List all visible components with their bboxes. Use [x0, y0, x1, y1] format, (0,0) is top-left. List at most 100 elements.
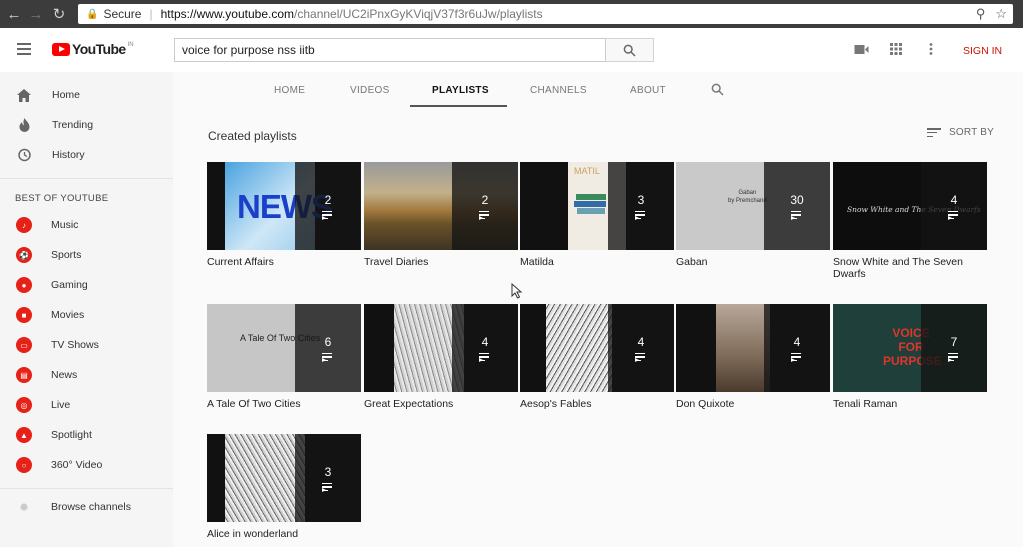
- more-options-icon[interactable]: [929, 43, 933, 58]
- tab-playlists[interactable]: PLAYLISTS: [432, 85, 489, 96]
- tab-channels[interactable]: CHANNELS: [530, 85, 587, 96]
- video-count: 4: [481, 334, 489, 349]
- logo-region: IN: [127, 42, 134, 48]
- video-count: 2: [481, 192, 489, 207]
- playlist-icon: [791, 352, 803, 362]
- playlist-icon: [948, 210, 960, 220]
- playlist-thumbnail[interactable]: A Tale Of Two Cities 6: [207, 304, 361, 392]
- channel-search-icon[interactable]: [711, 83, 724, 101]
- playlist-icon: [479, 352, 491, 362]
- sidebar-item-gaming[interactable]: ● Gaming: [0, 273, 173, 297]
- bookmark-star-icon[interactable]: ☆: [995, 6, 1007, 22]
- playlist-thumbnail[interactable]: 2: [364, 162, 518, 250]
- playlist-title[interactable]: Alice in wonderland: [207, 528, 361, 540]
- tab-about[interactable]: ABOUT: [630, 85, 666, 96]
- sidebar-item-history[interactable]: History: [0, 143, 173, 167]
- sidebar-item-label: 360° Video: [51, 459, 103, 471]
- playlist-thumbnail[interactable]: 4: [676, 304, 830, 392]
- thumbnail-art: [716, 304, 770, 392]
- video-count: 2: [324, 192, 332, 207]
- playlist-card-current-affairs[interactable]: NEWS 2 Current Affairs: [207, 162, 361, 268]
- browse-channels-icon: [17, 500, 31, 514]
- sports-icon: ⚽: [16, 247, 32, 263]
- forward-icon[interactable]: →: [25, 3, 47, 25]
- url-path: /channel/UC2iPnxGyKViqjV37f3r6uJw/playli…: [294, 7, 543, 21]
- playlist-title[interactable]: Gaban: [676, 256, 830, 268]
- video-count: 7: [950, 334, 958, 349]
- playlist-card-don-quixote[interactable]: 4 Don Quixote: [676, 304, 830, 410]
- sidebar-item-label: Music: [51, 219, 79, 231]
- playlist-title[interactable]: Snow White and The Seven Dwarfs: [833, 256, 987, 280]
- reload-icon[interactable]: ↻: [48, 3, 70, 25]
- home-icon: [17, 88, 31, 102]
- flame-icon: [17, 118, 31, 132]
- live-icon: ◎: [16, 397, 32, 413]
- playlist-thumbnail[interactable]: NEWS 2: [207, 162, 361, 250]
- playlist-card-travel-diaries[interactable]: 2 Travel Diaries: [364, 162, 518, 268]
- sidebar-item-360-video[interactable]: ○ 360° Video: [0, 453, 173, 477]
- playlist-title[interactable]: A Tale Of Two Cities: [207, 398, 361, 410]
- tab-home[interactable]: HOME: [274, 85, 305, 96]
- sidebar-item-label: Sports: [51, 249, 82, 261]
- playlist-card-tenali-raman[interactable]: VOICE FOR PURPOSE 7 Tenali Raman: [833, 304, 987, 410]
- sidebar-item-news[interactable]: ▤ News: [0, 363, 173, 387]
- playlist-card-tale-of-two-cities[interactable]: A Tale Of Two Cities 6 A Tale Of Two Cit…: [207, 304, 361, 410]
- secure-label: Secure: [103, 7, 142, 21]
- playlist-title[interactable]: Matilda: [520, 256, 674, 268]
- playlist-card-matilda[interactable]: MATIL 3 Matilda: [520, 162, 674, 268]
- playlist-thumbnail[interactable]: Snow White and The Seven Dwarfs 4: [833, 162, 987, 250]
- tab-videos[interactable]: VIDEOS: [350, 85, 390, 96]
- playlist-thumbnail[interactable]: 4: [364, 304, 518, 392]
- playlist-title[interactable]: Tenali Raman: [833, 398, 987, 410]
- address-bar[interactable]: 🔒 Secure | https://www.youtube.com/chann…: [78, 4, 1013, 24]
- sidebar-item-sports[interactable]: ⚽ Sports: [0, 243, 173, 267]
- sidebar-item-browse-channels[interactable]: Browse channels: [0, 495, 173, 519]
- sign-in-button[interactable]: SIGN IN: [963, 45, 1002, 57]
- address-separator: |: [149, 7, 153, 21]
- playlist-title[interactable]: Don Quixote: [676, 398, 830, 410]
- playlist-thumbnail[interactable]: 3: [207, 434, 361, 522]
- search-button[interactable]: [606, 38, 654, 62]
- video-count-overlay: 2: [452, 162, 518, 250]
- sort-by-button[interactable]: SORT BY: [927, 127, 994, 138]
- playlist-thumbnail[interactable]: 4: [520, 304, 674, 392]
- playlist-card-alice-in-wonderland[interactable]: 3 Alice in wonderland: [207, 434, 361, 540]
- sidebar-item-music[interactable]: ♪ Music: [0, 213, 173, 237]
- sidebar-item-live[interactable]: ◎ Live: [0, 393, 173, 417]
- playlist-title[interactable]: Great Expectations: [364, 398, 518, 410]
- sidebar-item-label: TV Shows: [51, 339, 99, 351]
- apps-grid-icon[interactable]: [890, 43, 902, 58]
- sidebar-divider: [0, 488, 173, 489]
- search-input[interactable]: [174, 38, 606, 62]
- sidebar-item-spotlight[interactable]: ▲ Spotlight: [0, 423, 173, 447]
- sidebar: Home Trending History BEST OF YOUTUBE ♪ …: [0, 72, 173, 547]
- playlist-card-aesops-fables[interactable]: 4 Aesop's Fables: [520, 304, 674, 410]
- menu-icon[interactable]: [17, 43, 31, 55]
- url-host: https://www.youtube.com: [160, 7, 295, 21]
- playlist-thumbnail[interactable]: Gaban by Premchand 30: [676, 162, 830, 250]
- search-icon: [623, 44, 636, 57]
- video-count-overlay: 7: [921, 304, 987, 392]
- playlist-thumbnail[interactable]: MATIL 3: [520, 162, 674, 250]
- news-icon: ▤: [16, 367, 32, 383]
- youtube-logo[interactable]: YouTube IN: [52, 41, 134, 57]
- playlist-title[interactable]: Travel Diaries: [364, 256, 518, 268]
- playlist-thumbnail[interactable]: VOICE FOR PURPOSE 7: [833, 304, 987, 392]
- playlist-title[interactable]: Aesop's Fables: [520, 398, 674, 410]
- zoom-icon[interactable]: ⚲: [976, 6, 986, 22]
- gaming-icon: ●: [16, 277, 32, 293]
- sidebar-item-trending[interactable]: Trending: [0, 113, 173, 137]
- playlist-card-snow-white[interactable]: Snow White and The Seven Dwarfs 4 Snow W…: [833, 162, 987, 280]
- video-count: 3: [324, 464, 332, 479]
- upload-video-icon[interactable]: [854, 43, 869, 58]
- back-icon[interactable]: ←: [3, 3, 25, 25]
- sidebar-item-home[interactable]: Home: [0, 83, 173, 107]
- playlist-card-great-expectations[interactable]: 4 Great Expectations: [364, 304, 518, 410]
- sidebar-item-movies[interactable]: ■ Movies: [0, 303, 173, 327]
- sidebar-item-label: Trending: [52, 119, 94, 131]
- sidebar-item-label: Gaming: [51, 279, 88, 291]
- playlist-card-gaban[interactable]: Gaban by Premchand 30 Gaban: [676, 162, 830, 268]
- thumbnail-text: MATIL: [574, 166, 600, 176]
- playlist-title[interactable]: Current Affairs: [207, 256, 361, 268]
- sidebar-item-tv-shows[interactable]: ▭ TV Shows: [0, 333, 173, 357]
